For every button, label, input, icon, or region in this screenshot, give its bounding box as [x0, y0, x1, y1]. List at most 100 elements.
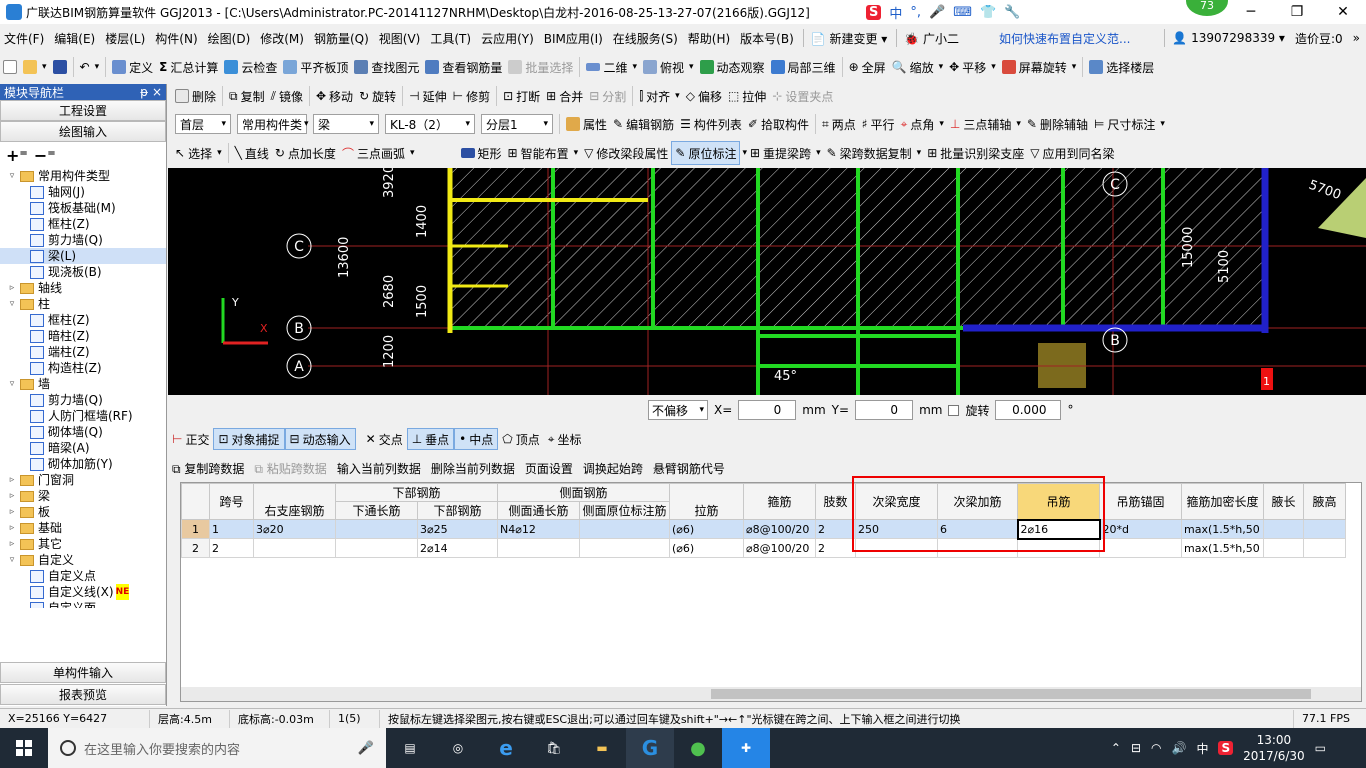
- ime-lang[interactable]: 中: [889, 3, 902, 22]
- tree-item[interactable]: 筏板基础(M): [0, 200, 166, 216]
- table-cell[interactable]: 1: [209, 519, 254, 539]
- tool-icon[interactable]: 🔧: [1004, 5, 1020, 20]
- zoom-button[interactable]: 🔍 缩放 ▾: [889, 55, 947, 79]
- single-component-input-button[interactable]: 单构件输入: [0, 662, 166, 683]
- ime-indicator[interactable]: 中: [1196, 740, 1208, 757]
- collapse-arrow-icon[interactable]: ▿: [6, 552, 18, 568]
- table-cell[interactable]: 2: [209, 538, 254, 558]
- table-cell[interactable]: [335, 519, 418, 539]
- report-preview-button[interactable]: 报表预览: [0, 684, 166, 705]
- align-button[interactable]: ⫿ 对齐 ▾: [636, 84, 682, 108]
- swirl-app-icon[interactable]: ◎: [434, 728, 482, 768]
- delete-button[interactable]: 删除: [172, 84, 219, 108]
- menu-help[interactable]: 帮助(H): [684, 30, 734, 47]
- apply-same-name-button[interactable]: ▽ 应用到同名梁: [1027, 141, 1117, 165]
- batch-select-button[interactable]: 批量选择: [505, 55, 576, 79]
- store-icon[interactable]: 🛍: [530, 728, 578, 768]
- properties-button[interactable]: 属性: [563, 112, 610, 136]
- taskbar-search[interactable]: 在这里输入你要搜索的内容 🎤: [48, 728, 386, 768]
- tree-item[interactable]: ▹ 梁: [0, 488, 166, 504]
- table-row[interactable]: 1 1 3⌀20 3⌀25 N4⌀12 (⌀6) ⌀8@100/20 2 250 6 2⌀16 20*…: [181, 518, 1346, 540]
- ime-toolbar[interactable]: S 中 °, 🎤 ⌨ 👕 🔧: [866, 3, 1020, 22]
- tree-item[interactable]: ▹ 板: [0, 504, 166, 520]
- tree-item[interactable]: ▿ 常用构件类型: [0, 168, 166, 184]
- point-length-button[interactable]: ↻ 点加长度: [272, 141, 339, 165]
- align-slab-top-button[interactable]: 平齐板顶: [280, 55, 351, 79]
- select-floor-button[interactable]: 选择楼层: [1086, 55, 1157, 79]
- minimize-button[interactable]: ─: [1228, 0, 1274, 24]
- two-point-button[interactable]: ⌗ 两点: [819, 112, 859, 136]
- midpoint-button[interactable]: • 中点: [454, 428, 499, 450]
- tree-item[interactable]: 现浇板(B): [0, 264, 166, 280]
- in-situ-annotation-button[interactable]: ✎ 原位标注: [671, 141, 741, 165]
- microphone-icon[interactable]: 🎤: [358, 741, 374, 756]
- expand-arrow-icon[interactable]: ▹: [6, 280, 18, 296]
- set-grip-button[interactable]: ⊹ 设置夹点: [769, 84, 836, 108]
- component-name-select[interactable]: KL-8（2） ▾: [385, 114, 475, 134]
- batch-identify-support-button[interactable]: ⊞ 批量识别梁支座: [924, 141, 1027, 165]
- tree-item[interactable]: ▹ 门窗洞: [0, 472, 166, 488]
- fullscreen-button[interactable]: ⊕ 全屏: [846, 55, 889, 79]
- tree-item[interactable]: 砌体加筋(Y): [0, 456, 166, 472]
- tree-item[interactable]: 自定义线(X) NE: [0, 584, 166, 600]
- table-cell[interactable]: 2: [815, 519, 856, 539]
- tree-item[interactable]: ▹ 其它: [0, 536, 166, 552]
- tree-item[interactable]: 剪力墙(Q): [0, 232, 166, 248]
- menu-online[interactable]: 在线服务(S): [609, 30, 682, 47]
- menu-chevron-icon[interactable]: »: [1349, 31, 1364, 45]
- table-cell[interactable]: [579, 519, 670, 539]
- table-cell[interactable]: [1263, 519, 1304, 539]
- sogou-tray-icon[interactable]: S: [1218, 741, 1234, 755]
- rectangle-button[interactable]: 矩形: [458, 141, 505, 165]
- menu-floor[interactable]: 楼层(L): [101, 30, 149, 47]
- tree-item[interactable]: 砌体墙(Q): [0, 424, 166, 440]
- local-3d-button[interactable]: 局部三维: [768, 55, 839, 79]
- tree-item[interactable]: 自定义点: [0, 568, 166, 584]
- save-button[interactable]: [50, 55, 70, 79]
- network-icon[interactable]: ⊟: [1131, 741, 1141, 755]
- file-explorer-icon[interactable]: ▬: [578, 728, 626, 768]
- table-cell[interactable]: ⌀8@100/20: [743, 519, 816, 539]
- orbit-button[interactable]: 动态观察: [697, 55, 768, 79]
- modify-beam-segment-button[interactable]: ▽ 修改梁段属性: [581, 141, 671, 165]
- table-cell[interactable]: max(1.5*h,50: [1181, 538, 1264, 558]
- pick-component-button[interactable]: ✐ 拾取构件: [745, 112, 812, 136]
- skin-icon[interactable]: 👕: [980, 5, 996, 20]
- intersection-button[interactable]: ✕ 交点: [362, 428, 407, 450]
- delete-aux-button[interactable]: ✎ 删除辅轴: [1024, 112, 1091, 136]
- table-cell[interactable]: ⌀8@100/20: [743, 538, 816, 558]
- page-setup-button[interactable]: 页面设置: [521, 460, 577, 477]
- drawing-input-button[interactable]: 绘图输入: [0, 121, 166, 142]
- tree-item[interactable]: 端柱(Z): [0, 344, 166, 360]
- table-cell[interactable]: 3⌀20: [253, 519, 336, 539]
- tree-item[interactable]: 自定义面: [0, 600, 166, 608]
- table-row[interactable]: 2 2 2⌀14 (⌀6) ⌀8@100/20 2 max(1.5*h,50: [181, 538, 1346, 558]
- volume-icon[interactable]: 🔊: [1172, 741, 1187, 755]
- tree-item[interactable]: ▿ 墙: [0, 376, 166, 392]
- ortho-button[interactable]: ⊢ 正交: [168, 428, 213, 450]
- tree-item[interactable]: 框柱(Z): [0, 312, 166, 328]
- tree-item[interactable]: 梁(L): [0, 248, 166, 264]
- view-rebar-qty-button[interactable]: 查看钢筋量: [422, 55, 505, 79]
- paste-span-data-button[interactable]: ⧉ 粘贴跨数据: [250, 460, 330, 477]
- expand-arrow-icon[interactable]: ▹: [6, 472, 18, 488]
- offset-button[interactable]: ◇ 偏移: [683, 84, 725, 108]
- help-link[interactable]: 如何快速布置自定义范...: [995, 30, 1134, 47]
- green-app-icon[interactable]: ●: [674, 728, 722, 768]
- notification-icon[interactable]: ▭: [1315, 741, 1326, 755]
- tree-item[interactable]: ▹ 基础: [0, 520, 166, 536]
- smart-layout-button[interactable]: ⊞ 智能布置 ▾: [505, 141, 582, 165]
- 2d-view-select[interactable]: 二维 ▾: [583, 55, 640, 79]
- table-cell[interactable]: [1263, 538, 1304, 558]
- collapse-arrow-icon[interactable]: ▿: [6, 296, 18, 312]
- gxe-button[interactable]: 🐞 广小二: [900, 30, 963, 47]
- collapse-all-icon[interactable]: −⁼: [34, 146, 56, 165]
- menu-version[interactable]: 版本号(B): [736, 30, 798, 47]
- table-cell[interactable]: [1099, 538, 1182, 558]
- table-cell[interactable]: [579, 538, 670, 558]
- keyboard-icon[interactable]: ⌨: [953, 5, 972, 20]
- menu-tools[interactable]: 工具(T): [426, 30, 475, 47]
- copy-span-data-table-button[interactable]: ⧉ 复制跨数据: [168, 460, 248, 477]
- tray-expand-icon[interactable]: ⌃: [1111, 741, 1121, 755]
- dimension-button[interactable]: ⊨ 尺寸标注 ▾: [1091, 112, 1168, 136]
